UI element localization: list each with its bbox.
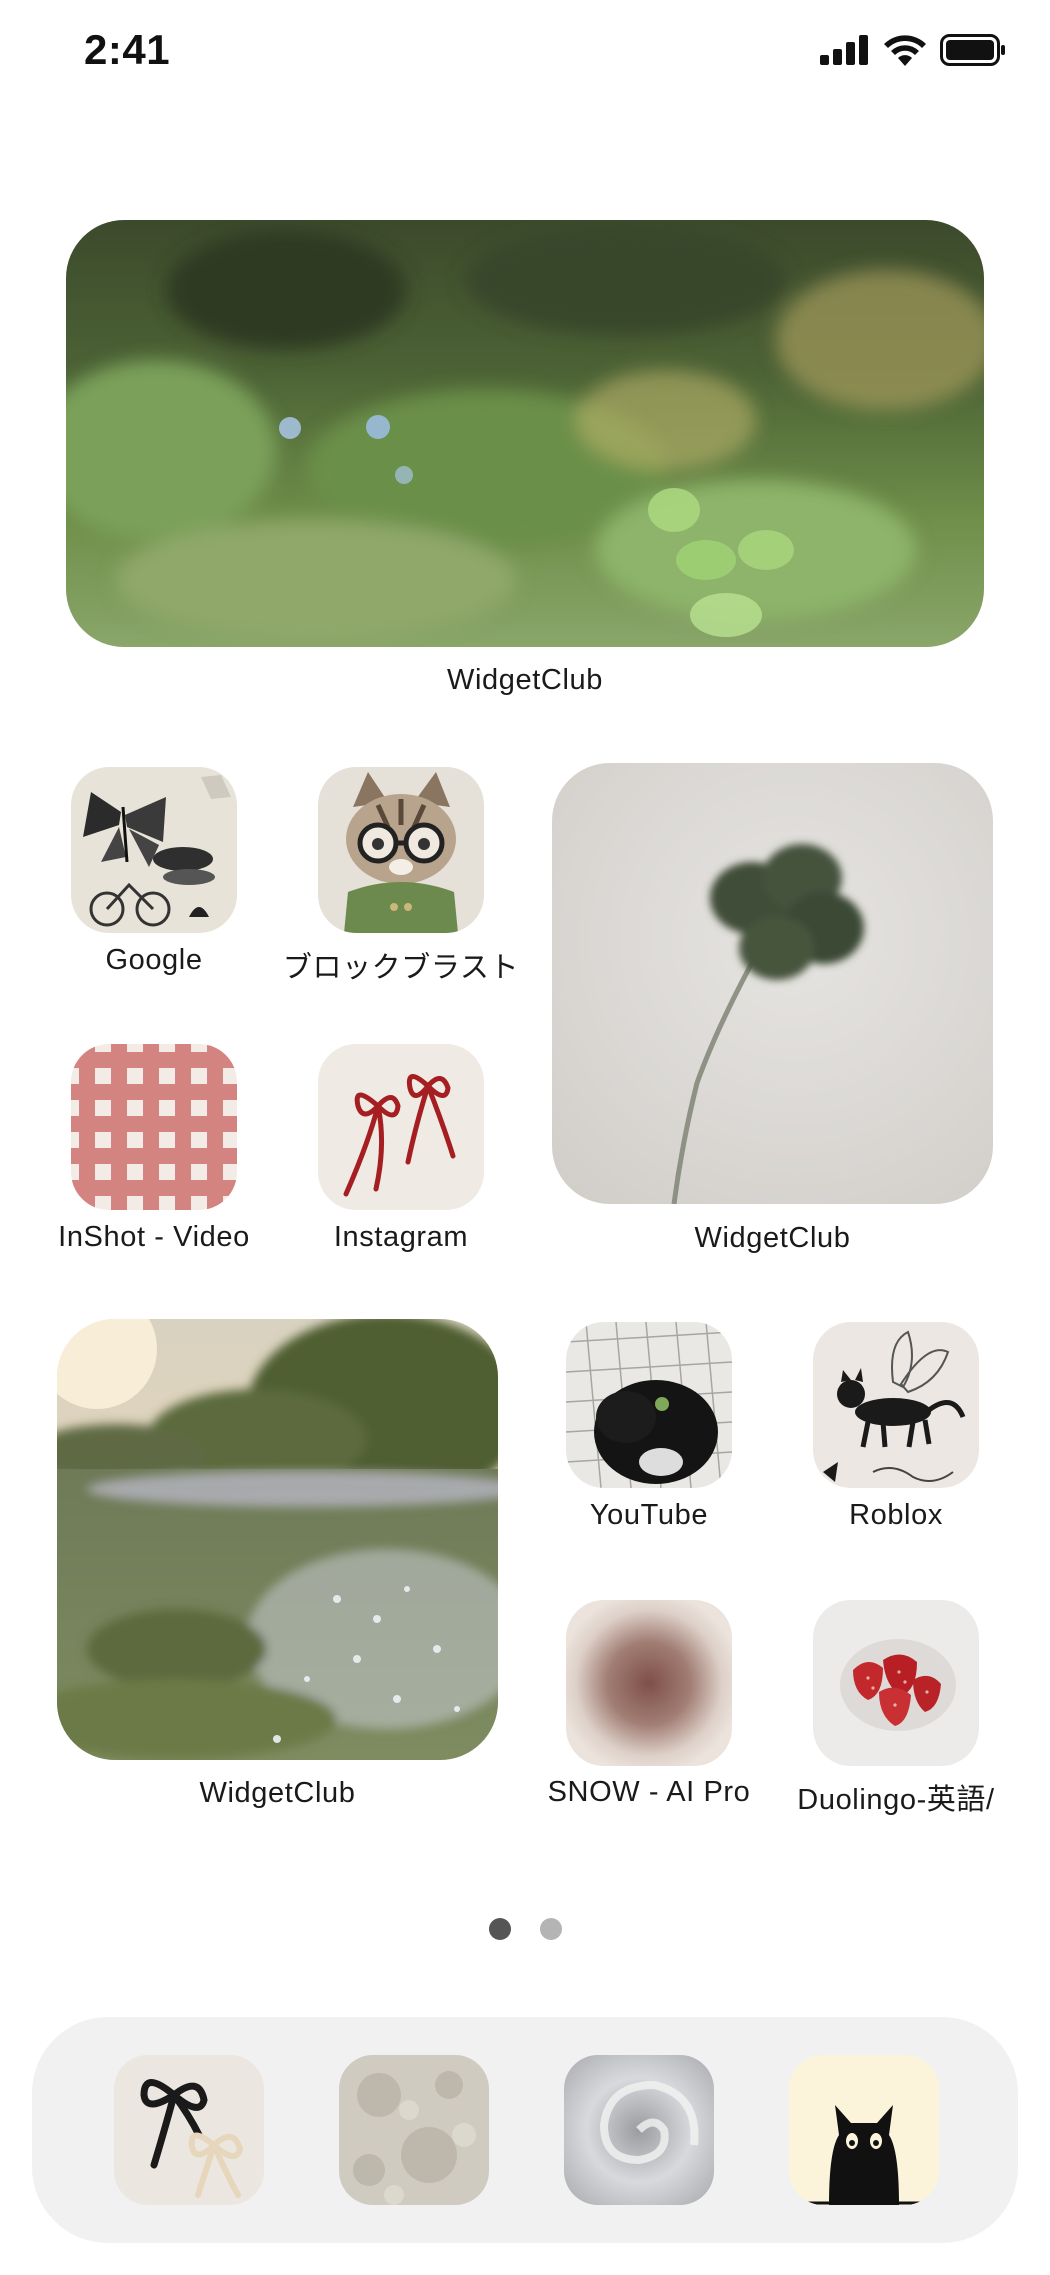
app-label-snow: SNOW - AI Pro — [547, 1776, 751, 1808]
app-label-duolingo: Duolingo-英語/ — [797, 1784, 995, 1816]
black-cat-icon — [789, 2055, 939, 2205]
status-time: 2:41 — [84, 26, 171, 73]
app-label-block-blast: ブロックブラスト — [282, 952, 520, 984]
status-bar: 2:41 — [0, 0, 1050, 110]
sunset-field-photo — [57, 1319, 498, 1760]
dock-app-3[interactable] — [564, 2055, 714, 2205]
app-roblox[interactable] — [813, 1322, 979, 1488]
page-dot-1[interactable] — [488, 1918, 511, 1940]
app-instagram[interactable] — [318, 1044, 484, 1210]
dock-app-2[interactable] — [339, 2055, 489, 2205]
app-label-youtube: YouTube — [589, 1499, 709, 1531]
app-block-blast[interactable] — [318, 767, 484, 933]
app-snow[interactable] — [566, 1600, 732, 1766]
black-cat-grid-icon — [566, 1322, 732, 1488]
page-dot-2[interactable] — [539, 1918, 562, 1940]
forest-widget[interactable] — [66, 220, 984, 647]
dock-app-4[interactable] — [789, 2055, 939, 2205]
dock-app-1[interactable] — [114, 2055, 264, 2205]
app-google[interactable] — [71, 767, 237, 933]
butterfly-sketch-icon — [71, 767, 237, 933]
strawberries-icon — [813, 1600, 979, 1766]
red-bows-icon — [318, 1044, 484, 1210]
widget-label-forest: WidgetClub — [447, 664, 603, 696]
moon-surface-icon — [339, 2055, 489, 2205]
app-label-inshot: InShot - Video — [58, 1221, 250, 1253]
field-widget[interactable] — [57, 1319, 498, 1760]
app-label-google: Google — [105, 944, 203, 976]
app-label-instagram: Instagram — [333, 1221, 469, 1253]
widget-label-field: WidgetClub — [199, 1777, 356, 1809]
page-indicator[interactable] — [0, 1918, 1050, 1940]
app-inshot[interactable] — [71, 1044, 237, 1210]
app-youtube[interactable] — [566, 1322, 732, 1488]
cellular-signal-icon — [820, 35, 870, 65]
cat-with-glasses-icon — [318, 767, 484, 933]
silver-swirl-icon — [564, 2055, 714, 2205]
blurred-circle-icon — [566, 1600, 732, 1766]
app-label-roblox: Roblox — [849, 1499, 943, 1531]
cat-fairy-sketch-icon — [813, 1322, 979, 1488]
status-icons — [820, 34, 1006, 66]
four-leaf-clover-photo — [552, 763, 993, 1204]
forest-meadow-photo — [66, 220, 984, 647]
widget-label-clover: WidgetClub — [694, 1222, 851, 1254]
bows-icon — [114, 2055, 264, 2205]
wifi-icon — [884, 34, 926, 66]
battery-icon — [940, 34, 1006, 66]
red-gingham-icon — [71, 1044, 237, 1210]
app-duolingo[interactable] — [813, 1600, 979, 1766]
dock — [32, 2017, 1018, 2243]
clover-widget[interactable] — [552, 763, 993, 1204]
